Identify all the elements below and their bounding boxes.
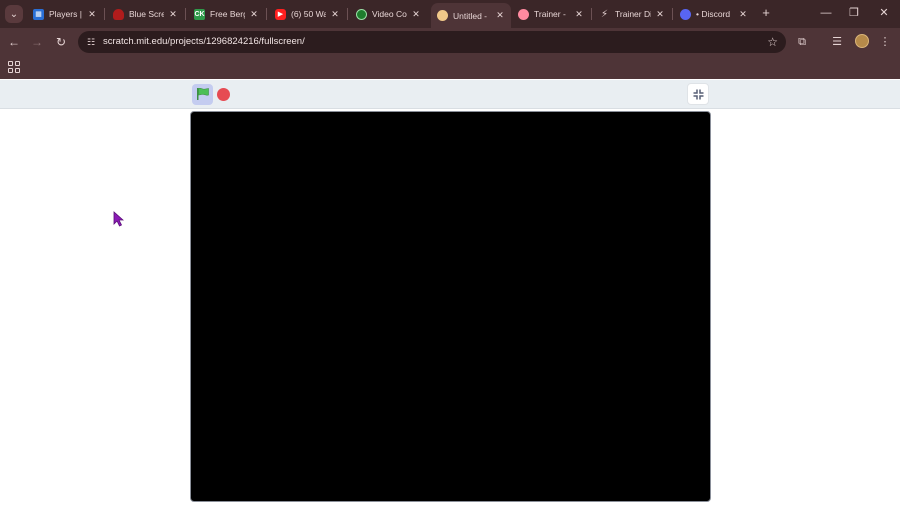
bolt-favicon-icon: ⚡ [600, 8, 609, 20]
ck-favicon-icon: CK [194, 8, 205, 20]
site-info-icon[interactable]: ☷ [84, 35, 98, 49]
close-icon[interactable]: ✕ [738, 9, 748, 20]
exit-fullscreen-icon [693, 89, 704, 100]
discord-favicon-icon [680, 8, 691, 20]
close-icon[interactable]: ✕ [655, 9, 665, 20]
trainer-favicon-icon [518, 8, 529, 20]
bookmarks-bar [0, 55, 900, 79]
scratch-controls-bar [0, 80, 900, 109]
green-flag-icon [197, 87, 209, 100]
back-arrow-icon[interactable]: ← [5, 33, 23, 51]
close-icon[interactable]: ✕ [411, 9, 421, 20]
reload-icon[interactable]: ↻ [52, 33, 70, 51]
tab-divider [266, 8, 267, 20]
tab-search-chevron-icon[interactable]: ⌄ [5, 5, 23, 23]
close-window-icon[interactable]: ✕ [874, 4, 894, 22]
tab-title: (6) 50 Wa [291, 9, 326, 19]
youtube-favicon-icon: ▶ [275, 8, 286, 20]
tab-divider [672, 8, 673, 20]
forward-arrow-icon[interactable]: → [28, 33, 46, 51]
tab-divider [591, 8, 592, 20]
close-icon[interactable]: ✕ [249, 9, 259, 20]
tab-divider [347, 8, 348, 20]
tab-youtube[interactable]: ▶ (6) 50 Wa ✕ [269, 4, 346, 24]
menu-more-icon[interactable]: ⋮ [876, 33, 894, 51]
tab-untitled-active[interactable]: Untitled - ✕ [431, 3, 511, 28]
tab-trainer-di[interactable]: ⚡ Trainer Di ✕ [593, 4, 671, 24]
grid-favicon-icon: ▦ [33, 8, 44, 20]
mouse-cursor-icon [113, 211, 124, 227]
green-flag-button[interactable] [192, 84, 213, 105]
tab-divider [104, 8, 105, 20]
profile-avatar[interactable] [855, 34, 869, 48]
tab-title: Video Co [372, 9, 407, 19]
tab-divider [185, 8, 186, 20]
media-control-icon[interactable]: ☰ [828, 33, 846, 51]
close-icon[interactable]: ✕ [87, 9, 97, 20]
bookmark-star-icon[interactable]: ☆ [767, 34, 778, 50]
close-icon[interactable]: ✕ [168, 9, 178, 20]
tab-title: Trainer - [534, 9, 566, 19]
tab-title: Free Berg [210, 9, 245, 19]
project-stage[interactable] [190, 111, 711, 502]
tab-blue-screen[interactable]: Blue Scre ✕ [107, 4, 184, 24]
exit-fullscreen-button[interactable] [687, 83, 709, 105]
address-bar[interactable]: ☷ scratch.mit.edu/projects/1296824216/fu… [78, 31, 786, 53]
apps-grid-icon[interactable] [8, 61, 20, 73]
restore-icon[interactable]: ❐ [844, 4, 864, 22]
doc-favicon-icon [437, 10, 448, 21]
extensions-puzzle-icon[interactable]: ⧉ [793, 33, 811, 51]
tab-strip: ⌄ ▦ Players | A ✕ Blue Scre ✕ CK Free Be… [0, 0, 900, 28]
tab-players[interactable]: ▦ Players | A ✕ [27, 4, 103, 24]
tab-title: • Discord [696, 9, 731, 19]
close-icon[interactable]: ✕ [330, 9, 340, 20]
tab-free-berg[interactable]: CK Free Berg ✕ [188, 4, 265, 24]
new-tab-plus-icon[interactable]: + [759, 5, 773, 21]
close-icon[interactable]: ✕ [495, 10, 505, 21]
tab-video[interactable]: Video Co ✕ [350, 4, 427, 24]
close-icon[interactable]: ✕ [574, 9, 584, 20]
tab-trainer[interactable]: Trainer - ✕ [512, 4, 590, 24]
tab-title: Players | A [49, 9, 83, 19]
minimize-icon[interactable]: — [816, 4, 836, 22]
red-favicon-icon [113, 8, 124, 20]
tab-discord[interactable]: • Discord ✕ [674, 4, 754, 24]
browser-toolbar: ← → ↻ ☷ scratch.mit.edu/projects/1296824… [0, 28, 900, 55]
tab-title: Trainer Di [615, 9, 651, 19]
tab-title: Untitled - [453, 10, 488, 21]
stop-button[interactable] [217, 88, 230, 101]
green-circle-favicon-icon [356, 8, 367, 20]
tab-title: Blue Scre [129, 9, 164, 19]
url-text[interactable]: scratch.mit.edu/projects/1296824216/full… [103, 36, 305, 47]
